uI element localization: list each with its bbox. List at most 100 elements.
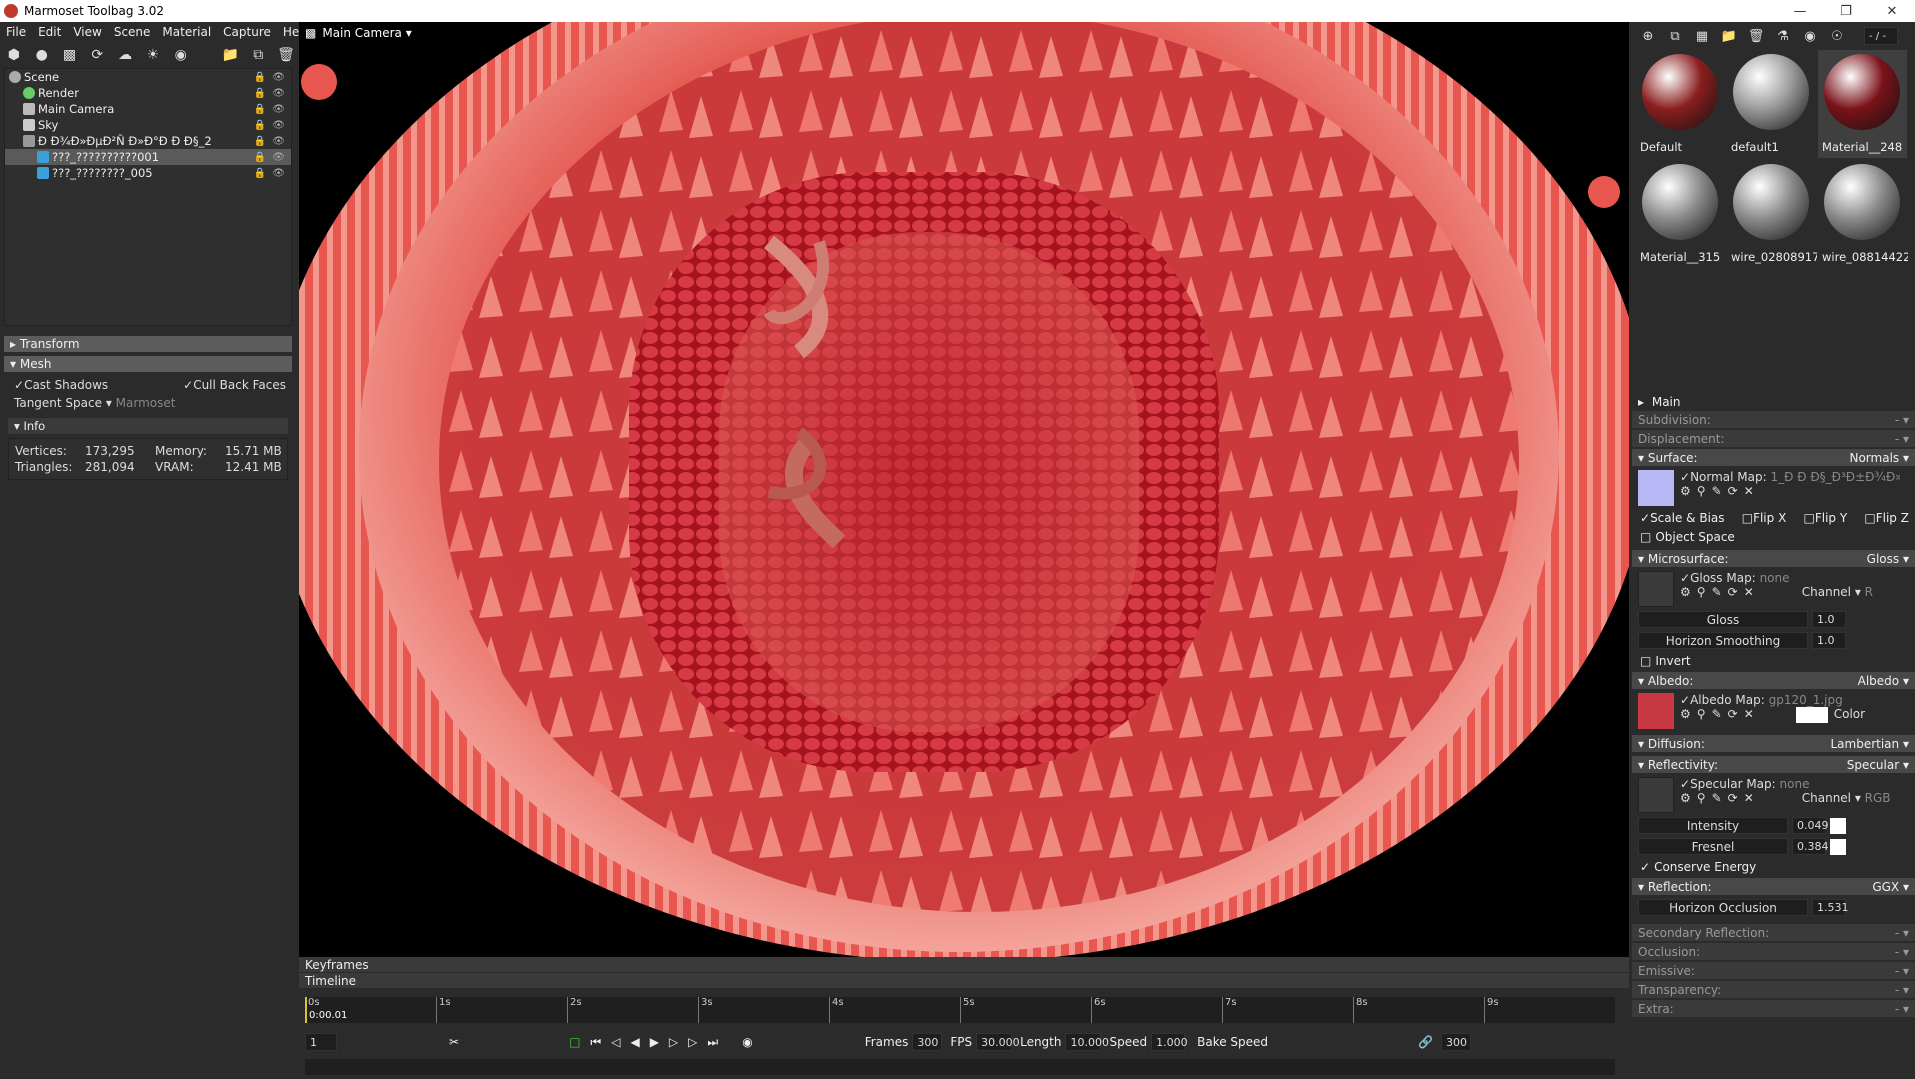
next-keyframe-icon[interactable]: ▷ — [688, 1035, 697, 1049]
visibility-eye-icon[interactable]: 👁 — [272, 136, 285, 147]
3d-viewport[interactable]: ▩ Main Camera ▾ — [299, 22, 1629, 957]
material-counter[interactable]: - / - — [1864, 27, 1898, 45]
scene-tree-item[interactable]: ???_????????_005 🔒 👁 — [5, 165, 291, 181]
horizon-occlusion-value[interactable]: 1.531 — [1812, 899, 1849, 916]
flip-z-checkbox[interactable]: □Flip Z — [1864, 511, 1909, 525]
scene-tree-item[interactable]: Main Camera 🔒 👁 — [5, 101, 291, 117]
fps-field[interactable]: 30.000 — [976, 1033, 1020, 1051]
conserve-energy-checkbox[interactable]: ✓ Conserve Energy — [1632, 857, 1915, 876]
specular-reload-icon[interactable]: ⟳ — [1728, 791, 1738, 805]
add-mesh-icon[interactable]: ⬢ — [4, 44, 24, 66]
invert-checkbox[interactable]: □ Invert — [1632, 651, 1915, 670]
cull-back-faces-checkbox[interactable]: ✓Cull Back Faces — [183, 378, 286, 392]
compass-icon[interactable]: ☉ — [1827, 26, 1847, 46]
microsurface-header[interactable]: ▾ Microsurface: Gloss ▾ — [1632, 550, 1915, 567]
bake-speed-button[interactable]: Bake Speed — [1197, 1035, 1268, 1049]
albedo-search-icon[interactable]: ⚲ — [1697, 707, 1706, 723]
time-ruler[interactable]: 0s 1s 2s 3s 4s 5s 6s 7s 8s 9s 0:00.01 — [305, 997, 1615, 1023]
lock-icon[interactable]: 🔒 — [254, 104, 266, 115]
gloss-edit-icon[interactable]: ✎ — [1712, 585, 1722, 599]
scene-tree-item[interactable]: Scene 🔒 👁 — [5, 69, 291, 85]
scale-bias-checkbox[interactable]: ✓Scale & Bias — [1640, 511, 1725, 525]
visibility-eye-icon[interactable]: 👁 — [272, 104, 285, 115]
visibility-eye-icon[interactable]: 👁 — [272, 152, 285, 163]
add-material-icon[interactable]: ⊕ — [1638, 26, 1658, 46]
menu-file[interactable]: File — [0, 25, 32, 39]
material-thumbnail[interactable]: Material__248 — [1818, 50, 1907, 158]
normal-map-thumbnail[interactable] — [1638, 470, 1674, 506]
loop-icon[interactable]: □ — [569, 1035, 580, 1049]
map-settings-icon[interactable]: ⚙ — [1680, 484, 1691, 498]
keyframe-track[interactable] — [305, 1059, 1615, 1075]
timeline-settings-icon[interactable]: ◉ — [742, 1035, 752, 1049]
gloss-map-thumbnail[interactable] — [1638, 571, 1674, 607]
visibility-eye-icon[interactable]: 👁 — [272, 72, 285, 83]
gloss-channel-dropdown[interactable]: Channel ▾ R — [1802, 585, 1873, 599]
albedo-color-swatch[interactable] — [1795, 707, 1828, 723]
gloss-clear-icon[interactable]: ✕ — [1744, 585, 1754, 599]
lock-icon[interactable]: 🔒 — [254, 136, 266, 147]
horizon-smoothing-value[interactable]: 1.0 — [1812, 632, 1846, 649]
horizon-occlusion-slider[interactable]: Horizon Occlusion — [1638, 899, 1808, 916]
camera-selector[interactable]: Main Camera ▾ — [322, 26, 411, 40]
flip-y-checkbox[interactable]: □Flip Y — [1804, 511, 1848, 525]
displacement-header[interactable]: Displacement: - ▾ — [1632, 430, 1915, 447]
material-thumbnail[interactable]: Default — [1636, 50, 1725, 158]
scene-tree-item[interactable]: Render 🔒 👁 — [5, 85, 291, 101]
trash-icon[interactable]: 🗑 — [1746, 26, 1766, 46]
intensity-value[interactable]: 0.049 — [1792, 817, 1829, 834]
open-folder-icon[interactable]: 📁 — [1719, 26, 1739, 46]
map-clear-icon[interactable]: ✕ — [1744, 484, 1754, 498]
intensity-color-swatch[interactable] — [1830, 817, 1846, 834]
specular-settings-icon[interactable]: ⚙ — [1680, 791, 1691, 805]
gloss-reload-icon[interactable]: ⟳ — [1728, 585, 1738, 599]
skip-start-icon[interactable]: ⏮ — [590, 1035, 601, 1050]
menu-material[interactable]: Material — [156, 25, 217, 39]
close-button[interactable]: ✕ — [1869, 0, 1915, 22]
visibility-eye-icon[interactable]: 👁 — [272, 120, 285, 131]
keyframes-header[interactable]: Keyframes — [299, 957, 1629, 972]
specular-edit-icon[interactable]: ✎ — [1712, 791, 1722, 805]
folder-icon[interactable]: 📁 — [221, 44, 241, 66]
add-camera-icon[interactable]: ▩ — [60, 44, 80, 66]
lock-icon[interactable]: 🔒 — [254, 168, 266, 179]
main-section[interactable]: Main — [1652, 395, 1681, 409]
cast-shadows-checkbox[interactable]: ✓Cast Shadows — [14, 378, 108, 392]
map-search-icon[interactable]: ⚲ — [1697, 484, 1706, 498]
intensity-slider[interactable]: Intensity — [1638, 817, 1788, 834]
albedo-settings-icon[interactable]: ⚙ — [1680, 707, 1691, 723]
play-icon[interactable]: ▶ — [650, 1035, 659, 1049]
extra-header[interactable]: Extra: - ▾ — [1632, 1000, 1915, 1017]
add-baker-icon[interactable]: ◉ — [171, 44, 191, 66]
lock-icon[interactable]: 🔒 — [254, 72, 266, 83]
timeline-header[interactable]: Timeline — [299, 973, 1629, 988]
albedo-reload-icon[interactable]: ⟳ — [1728, 707, 1738, 723]
surface-header[interactable]: ▾ Surface: Normals ▾ — [1632, 449, 1915, 466]
gloss-search-icon[interactable]: ⚲ — [1697, 585, 1706, 599]
lock-icon[interactable]: 🔒 — [254, 88, 266, 99]
fresnel-color-swatch[interactable] — [1830, 838, 1846, 855]
checker-icon[interactable]: ▦ — [1692, 26, 1712, 46]
prev-keyframe-icon[interactable]: ◁ — [611, 1035, 620, 1049]
assign-icon[interactable]: ⚗ — [1773, 26, 1793, 46]
delete-icon[interactable]: 🗑 — [276, 44, 296, 66]
add-light-icon[interactable]: ● — [32, 44, 52, 66]
map-reload-icon[interactable]: ⟳ — [1728, 484, 1738, 498]
playhead[interactable] — [305, 997, 307, 1023]
menu-edit[interactable]: Edit — [32, 25, 67, 39]
duplicate-icon[interactable]: ⧉ — [248, 44, 268, 66]
skip-end-icon[interactable]: ⏭ — [707, 1035, 718, 1050]
object-space-checkbox[interactable]: □ Object Space — [1632, 527, 1915, 546]
specular-clear-icon[interactable]: ✕ — [1744, 791, 1754, 805]
albedo-map-thumbnail[interactable] — [1638, 693, 1674, 729]
end-frame-field[interactable]: 300 — [1440, 1033, 1471, 1051]
transform-section[interactable]: ▸ Transform — [4, 336, 292, 352]
minimize-button[interactable]: — — [1777, 0, 1823, 22]
frames-field[interactable]: 300 — [912, 1033, 943, 1051]
menu-scene[interactable]: Scene — [108, 25, 157, 39]
horizon-smoothing-slider[interactable]: Horizon Smoothing — [1638, 632, 1808, 649]
scene-tree-item[interactable]: Sky 🔒 👁 — [5, 117, 291, 133]
material-thumbnail[interactable]: Material__315 — [1636, 160, 1725, 268]
secondary-reflection-header[interactable]: Secondary Reflection: - ▾ — [1632, 924, 1915, 941]
subdivision-header[interactable]: Subdivision: - ▾ — [1632, 411, 1915, 428]
